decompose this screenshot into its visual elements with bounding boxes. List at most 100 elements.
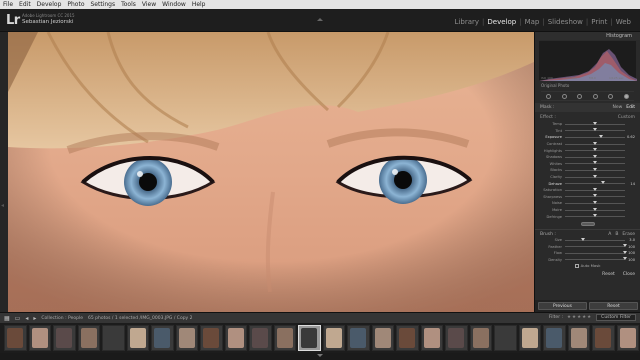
filmstrip-thumbnail[interactable] [224, 325, 247, 351]
mask-new-button[interactable]: New [612, 105, 622, 110]
brush-thumb-icon[interactable] [623, 244, 627, 248]
reset-button[interactable]: Reset [589, 302, 638, 310]
filmstrip-thumbnail[interactable] [175, 325, 198, 351]
brush-close-button[interactable]: Close [623, 272, 635, 277]
filmstrip-thumbnail[interactable] [102, 325, 125, 351]
filmstrip-toggle-icon[interactable] [317, 354, 323, 357]
filmstrip-thumbnail[interactable] [494, 325, 517, 351]
slider-thumb-icon[interactable] [593, 167, 597, 171]
filmstrip-thumbnail[interactable] [4, 325, 27, 351]
slider-saturation[interactable]: Saturation [535, 187, 640, 194]
menu-window[interactable]: Window [162, 0, 186, 9]
brush-row-track[interactable] [565, 257, 627, 261]
slider-thumb-icon[interactable] [593, 154, 597, 158]
original-photo-toggle[interactable]: Original Photo [535, 82, 640, 89]
slider-track[interactable] [565, 141, 625, 145]
graduated-filter-icon[interactable] [592, 93, 598, 99]
filmstrip-thumbnail[interactable] [616, 325, 639, 351]
previous-photo-icon[interactable]: ◂ [25, 315, 28, 322]
slider-thumb-icon[interactable] [593, 214, 597, 218]
slider-tint[interactable]: Tint [535, 128, 640, 135]
filmstrip-thumbnail[interactable] [28, 325, 51, 351]
slider-clarity[interactable]: Clarity [535, 174, 640, 181]
effect-toggle-switch[interactable] [580, 221, 595, 226]
module-map[interactable]: Map [522, 18, 543, 26]
left-panel-toggle-icon[interactable]: ◂ [1, 202, 4, 209]
adjustment-brush-icon[interactable] [623, 93, 629, 99]
slider-thumb-icon[interactable] [593, 174, 597, 178]
star-filter-icon[interactable]: ★★★★★ [567, 315, 592, 320]
module-web[interactable]: Web [613, 18, 634, 26]
slider-exposure[interactable]: Exposure 0.62 [535, 134, 640, 141]
slider-track[interactable] [565, 167, 625, 171]
portrait-photo[interactable] [8, 32, 534, 312]
brush-reset-button[interactable]: Reset [602, 272, 615, 277]
brush-row-track[interactable] [565, 250, 627, 254]
module-library[interactable]: Library [452, 18, 482, 26]
filmstrip-thumbnail[interactable] [469, 325, 492, 351]
menu-help[interactable]: Help [192, 0, 206, 9]
slider-temp[interactable]: Temp [535, 121, 640, 128]
slider-track[interactable] [565, 174, 625, 178]
slider-thumb-icon[interactable] [593, 161, 597, 165]
module-print[interactable]: Print [588, 18, 610, 26]
slider-blacks[interactable]: Blacks [535, 167, 640, 174]
slider-defringe[interactable]: Defringe [535, 213, 640, 220]
slider-thumb-icon[interactable] [593, 121, 597, 125]
filmstrip-thumbnail[interactable] [396, 325, 419, 351]
previous-button[interactable]: Previous [538, 302, 587, 310]
slider-thumb-icon[interactable] [593, 207, 597, 211]
slider-track[interactable] [565, 187, 625, 191]
filmstrip-thumbnail[interactable] [249, 325, 272, 351]
module-slideshow[interactable]: Slideshow [545, 18, 586, 26]
slider-track[interactable] [565, 200, 625, 204]
filmstrip-thumbnail[interactable] [371, 325, 394, 351]
slider-thumb-icon[interactable] [599, 134, 603, 138]
filmstrip-thumbnail[interactable] [200, 325, 223, 351]
red-eye-icon[interactable] [577, 93, 583, 99]
photo-canvas[interactable]: ◂ [0, 32, 534, 312]
slider-track[interactable] [565, 207, 625, 211]
brush-erase-button[interactable]: Erase [622, 232, 635, 237]
filmstrip-thumbnail[interactable] [273, 325, 296, 351]
histogram-header[interactable]: Histogram [535, 32, 640, 40]
slider-thumb-icon[interactable] [593, 141, 597, 145]
slider-track[interactable] [565, 181, 625, 185]
filmstrip-thumbnail[interactable] [445, 325, 468, 351]
filmstrip-thumbnail[interactable] [151, 325, 174, 351]
collection-breadcrumb[interactable]: Collection : People [41, 316, 83, 321]
filmstrip-thumbnail[interactable] [592, 325, 615, 351]
brush-thumb-icon[interactable] [623, 250, 627, 254]
filmstrip-thumbnail[interactable] [567, 325, 590, 351]
slider-track[interactable] [565, 161, 625, 165]
slider-track[interactable] [565, 214, 625, 218]
slider-contrast[interactable]: Contrast [535, 141, 640, 148]
mask-edit-button[interactable]: Edit [626, 105, 635, 110]
crop-tool-icon[interactable] [546, 93, 552, 99]
slider-track[interactable] [565, 154, 625, 158]
slider-thumb-icon[interactable] [593, 187, 597, 191]
slider-thumb-icon[interactable] [593, 128, 597, 132]
filmstrip-thumbnail[interactable] [126, 325, 149, 351]
brush-thumb-icon[interactable] [623, 257, 627, 261]
next-photo-icon[interactable]: ▸ [33, 315, 36, 322]
brush-row-track[interactable] [565, 244, 627, 248]
slider-track[interactable] [565, 134, 625, 138]
loupe-view-icon[interactable]: ▭ [15, 315, 21, 322]
filmstrip-thumbnail[interactable] [420, 325, 443, 351]
slider-whites[interactable]: Whites [535, 161, 640, 168]
effect-preset-select[interactable]: Custom [618, 115, 635, 120]
slider-noise[interactable]: Noise [535, 200, 640, 207]
menu-settings[interactable]: Settings [91, 0, 116, 9]
module-develop[interactable]: Develop [484, 18, 519, 26]
brush-thumb-icon[interactable] [581, 237, 585, 241]
radial-filter-icon[interactable] [608, 93, 614, 99]
grid-view-icon[interactable]: ▦ [4, 315, 10, 322]
slider-track[interactable] [565, 194, 625, 198]
menu-develop[interactable]: Develop [37, 0, 62, 9]
filmstrip-thumbnail[interactable] [518, 325, 541, 351]
top-panel-toggle-icon[interactable] [317, 18, 323, 21]
filmstrip-thumbnail[interactable] [298, 325, 321, 351]
slider-moire[interactable]: Moire [535, 207, 640, 214]
brush-b-button[interactable]: B [615, 232, 618, 237]
